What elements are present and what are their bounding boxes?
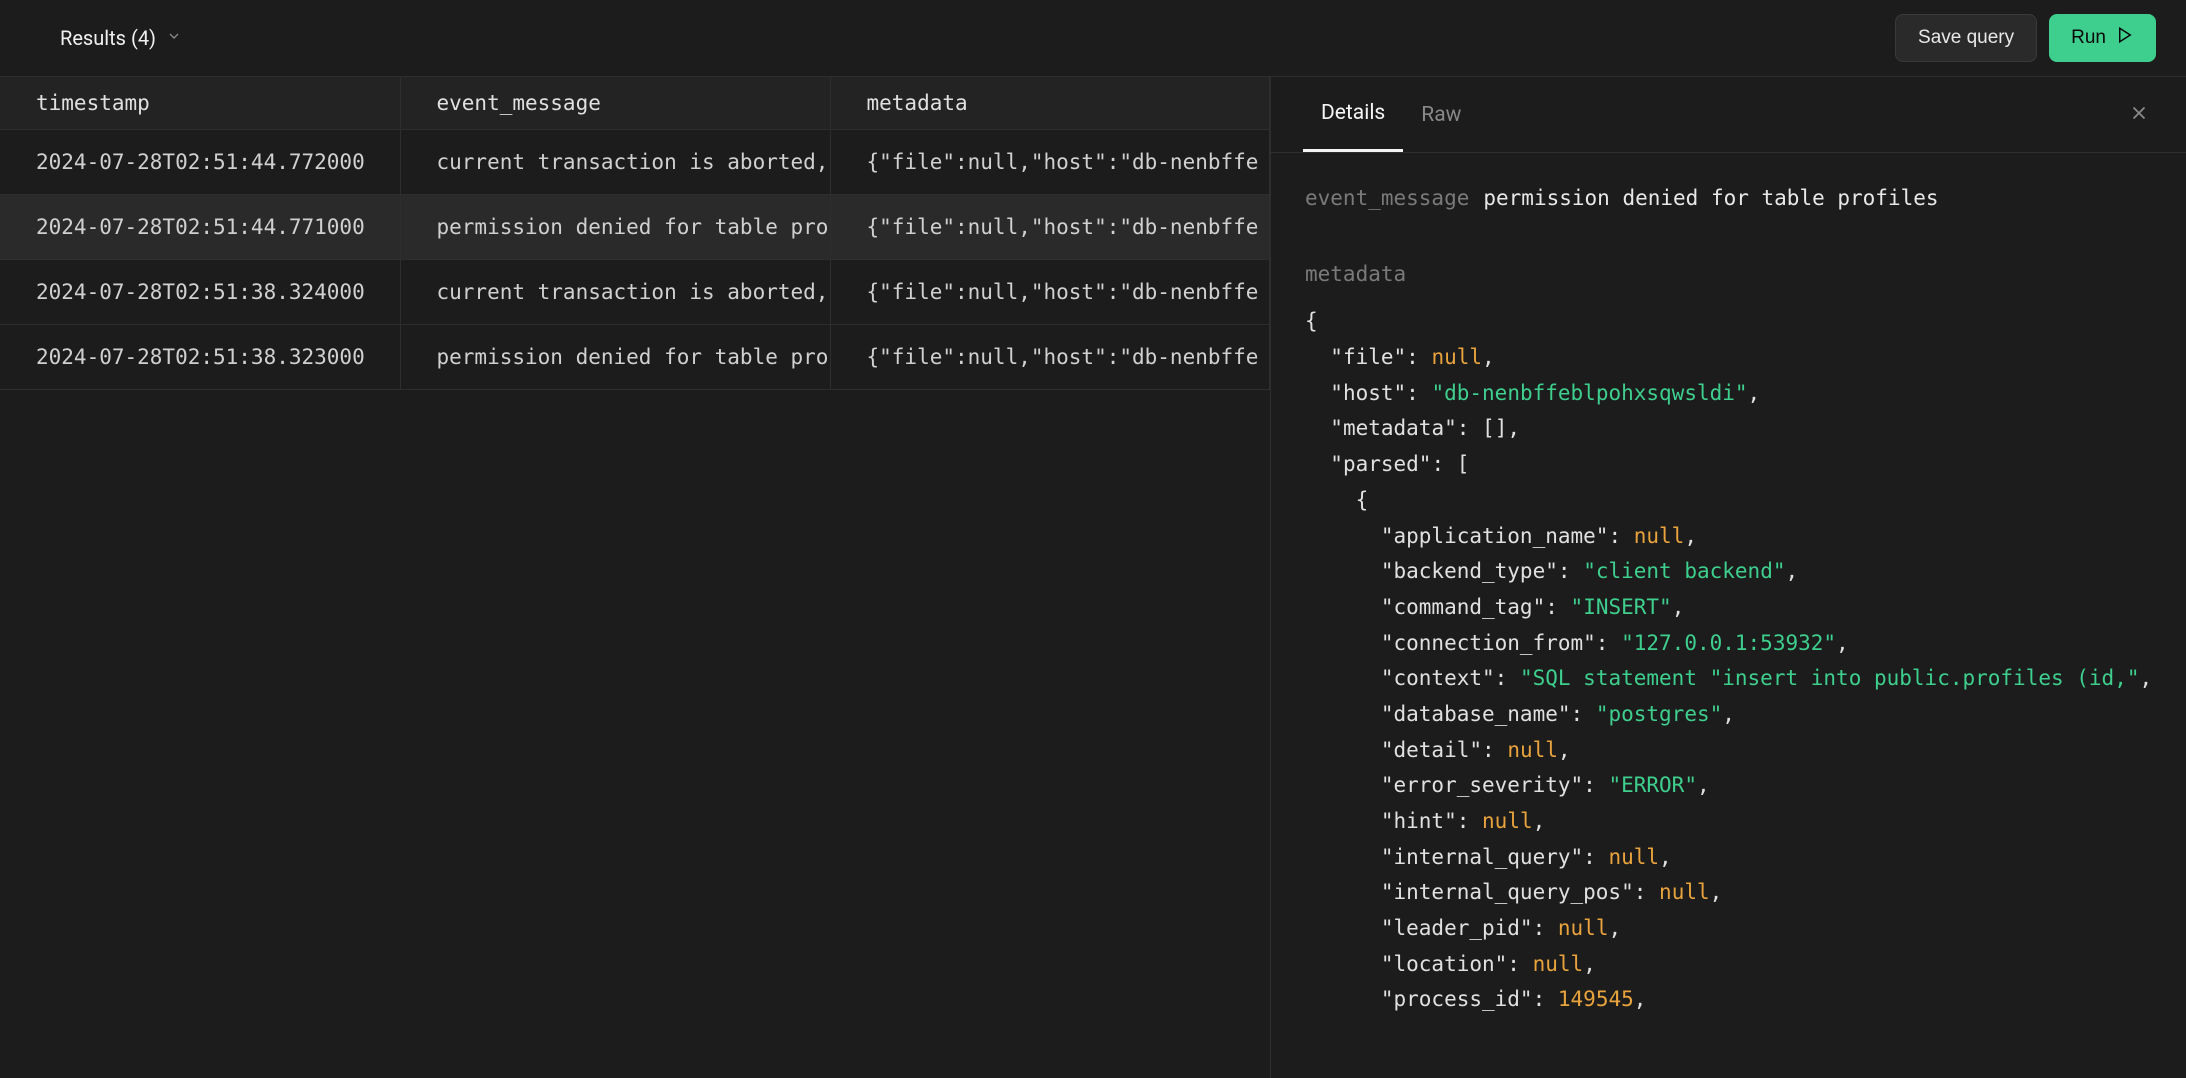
play-icon xyxy=(2116,26,2134,50)
close-icon xyxy=(2128,99,2150,130)
detail-tabs: Details Raw xyxy=(1271,77,2186,153)
cell-metadata: {"file":null,"host":"db-nenbffe xyxy=(830,325,1270,390)
cell-metadata: {"file":null,"host":"db-nenbffe xyxy=(830,260,1270,325)
tab-raw[interactable]: Raw xyxy=(1403,79,1479,151)
event-message-value: permission denied for table profiles xyxy=(1483,181,1938,217)
detail-body: event_message permission denied for tabl… xyxy=(1271,153,2186,1046)
main: timestamp event_message metadata 2024-07… xyxy=(0,76,2186,1078)
cell-event_message: permission denied for table pro xyxy=(400,195,830,260)
run-label: Run xyxy=(2071,27,2106,49)
run-button[interactable]: Run xyxy=(2049,14,2156,62)
column-header-timestamp[interactable]: timestamp xyxy=(0,77,400,130)
cell-timestamp: 2024-07-28T02:51:38.323000 xyxy=(0,325,400,390)
close-button[interactable] xyxy=(2122,93,2156,137)
results-table-panel: timestamp event_message metadata 2024-07… xyxy=(0,77,1270,1078)
column-header-metadata[interactable]: metadata xyxy=(830,77,1270,130)
table-row[interactable]: 2024-07-28T02:51:38.323000permission den… xyxy=(0,325,1270,390)
cell-timestamp: 2024-07-28T02:51:44.772000 xyxy=(0,130,400,195)
chevron-down-icon xyxy=(166,28,182,48)
cell-event_message: current transaction is aborted, xyxy=(400,130,830,195)
cell-metadata: {"file":null,"host":"db-nenbffe xyxy=(830,130,1270,195)
event-message-field: event_message permission denied for tabl… xyxy=(1305,181,2152,217)
metadata-label: metadata xyxy=(1305,257,2152,293)
table-row[interactable]: 2024-07-28T02:51:44.771000permission den… xyxy=(0,195,1270,260)
table-header-row: timestamp event_message metadata xyxy=(0,77,1270,130)
event-message-label: event_message xyxy=(1305,181,1469,217)
column-header-event-message[interactable]: event_message xyxy=(400,77,830,130)
cell-timestamp: 2024-07-28T02:51:44.771000 xyxy=(0,195,400,260)
cell-metadata: {"file":null,"host":"db-nenbffe xyxy=(830,195,1270,260)
metadata-json: { "file": null, "host": "db-nenbffeblpoh… xyxy=(1305,304,2152,1018)
cell-timestamp: 2024-07-28T02:51:38.324000 xyxy=(0,260,400,325)
results-table: timestamp event_message metadata 2024-07… xyxy=(0,77,1270,390)
results-dropdown[interactable]: Results (4) xyxy=(60,26,182,50)
detail-panel: Details Raw event_message permission den… xyxy=(1270,77,2186,1078)
cell-event_message: current transaction is aborted, xyxy=(400,260,830,325)
toolbar-right: Save query Run xyxy=(1895,14,2156,62)
results-label: Results (4) xyxy=(60,26,156,50)
table-row[interactable]: 2024-07-28T02:51:38.324000current transa… xyxy=(0,260,1270,325)
table-row[interactable]: 2024-07-28T02:51:44.772000current transa… xyxy=(0,130,1270,195)
cell-event_message: permission denied for table pro xyxy=(400,325,830,390)
save-query-button[interactable]: Save query xyxy=(1895,14,2037,62)
toolbar: Results (4) Save query Run xyxy=(0,0,2186,76)
tab-details[interactable]: Details xyxy=(1303,77,1403,152)
